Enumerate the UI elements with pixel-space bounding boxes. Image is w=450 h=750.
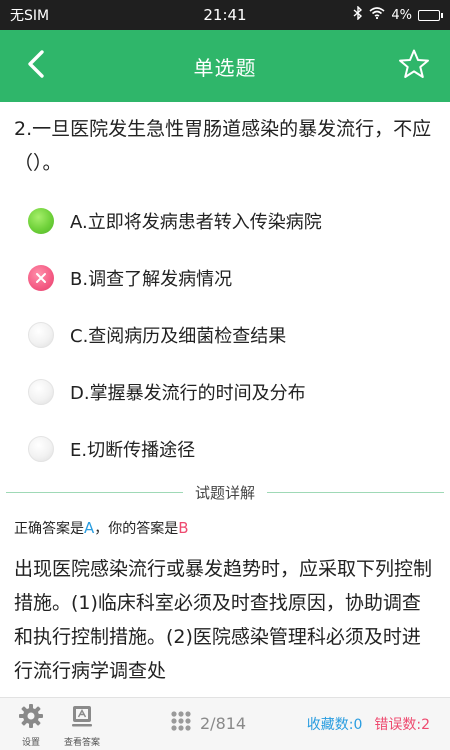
radio-empty-icon [28,378,54,405]
view-answer-label: 查看答案 [64,738,101,748]
question-text: 2.一旦医院发生急性胃肠道感染的暴发流行，不应（）。 [14,118,432,174]
battery-icon [418,9,443,21]
star-icon [398,48,430,84]
status-bar: 无SIM 21:41 4% [0,0,450,30]
option-b[interactable]: B.调查了解发病情况 [0,249,450,306]
question-navigator[interactable]: 2/814 [170,710,246,736]
radio-empty-icon [28,435,54,462]
option-label: D.掌握暴发流行的时间及分布 [70,382,306,404]
settings-label: 设置 [21,738,40,748]
title-bar: 单选题 [0,30,450,102]
stats: 收藏数:0 错误数:2 [307,714,430,734]
grid-icon [170,710,192,736]
errors-count[interactable]: 错误数:2 [374,714,430,734]
option-label: B.调查了解发病情况 [70,268,233,290]
divider-line-left [6,491,183,493]
answer-card-icon [69,703,95,733]
bottom-toolbar: 设置 查看答案 2/814 收藏数:0 错误数:2 [0,697,450,750]
detail-section-title: 试题详解 [195,483,256,502]
correct-answer: A [84,519,95,537]
user-answer: B [178,519,189,537]
gear-icon [18,703,44,733]
option-e[interactable]: E.切断传播途径 [0,420,450,477]
option-label: E.切断传播途径 [70,439,196,461]
answer-summary: 正确答案是A，你的答案是B [14,518,189,538]
answer-middle: ，你的答案是 [94,521,179,537]
bluetooth-icon [353,5,363,24]
correct-radio-icon [28,207,54,234]
option-label: C.查阅病历及细菌检查结果 [70,325,287,347]
battery-percent: 4% [391,7,412,23]
page-title: 单选题 [193,55,257,80]
option-label: A.立即将发病患者转入传染病院 [70,211,322,233]
option-c[interactable]: C.查阅病历及细菌检查结果 [0,306,450,363]
status-indicators: 4% [353,5,443,24]
settings-button[interactable]: 设置 [18,703,44,748]
favorite-button[interactable] [392,44,436,88]
carrier-label: 无SIM [10,8,50,24]
divider-line-right [267,491,445,493]
radio-empty-icon [28,321,54,348]
answer-prefix: 正确答案是 [14,521,84,537]
option-d[interactable]: D.掌握暴发流行的时间及分布 [0,363,450,420]
explanation-text: 出现医院感染流行或暴发趋势时，应采取下列控制措施。(1)临床科室必须及时查找原因… [14,558,433,682]
view-answer-button[interactable]: 查看答案 [64,703,100,748]
back-arrow-icon [25,49,47,83]
detail-divider: 试题详解 [6,482,445,502]
wifi-icon [369,7,385,23]
back-button[interactable] [14,44,58,88]
options-list: A.立即将发病患者转入传染病院 B.调查了解发病情况 C.查阅病历及细菌检查结果… [0,192,450,477]
option-a[interactable]: A.立即将发病患者转入传染病院 [0,192,450,249]
progress-counter: 2/814 [200,713,247,733]
wrong-x-icon [28,264,54,291]
favorites-count[interactable]: 收藏数:0 [307,714,363,734]
